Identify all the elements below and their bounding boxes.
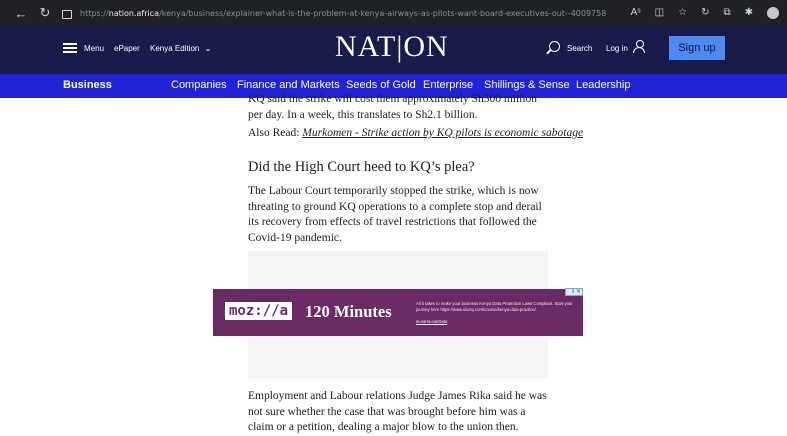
ad-link[interactable]: eLearnLeanData [416,319,447,324]
nav-leadership[interactable]: Leadership [576,79,630,91]
ad-choices-icon[interactable]: i ✕ [565,288,583,296]
edition-selector[interactable]: Kenya Edition ⌄ [150,44,211,53]
epaper-link[interactable]: ePaper [114,44,140,53]
edition-label: Kenya Edition [150,44,200,53]
browser-toolbar: ← ↻ https:// nation.africa /kenya/busine… [0,0,787,26]
menu-link[interactable]: Menu [84,44,104,53]
back-icon[interactable]: ← [14,6,28,21]
nav-seeds-of-gold[interactable]: Seeds of Gold [346,79,416,91]
search-icon[interactable] [549,41,560,52]
url-path: /kenya/business/explainer-what-is-the-pr… [159,8,607,18]
ad-title: 120 Minutes [305,302,392,321]
url-prefix: https:// [80,8,109,18]
nav-shillings-and-sense[interactable]: Shillings & Sense [484,79,570,91]
site-header: Menu ePaper Kenya Edition ⌄ NAT|ON Searc… [0,26,787,74]
article-paragraph: The Labour Court temporarily stopped the… [248,185,542,244]
refresh-icon[interactable]: ↻ [38,5,52,21]
extensions-icon[interactable]: ✱ [745,7,753,19]
refresh-page-icon[interactable]: ↻ [701,7,709,19]
ad-brand-logo: moz://a [225,302,293,320]
url-host: nation.africa [108,8,160,18]
lock-icon [62,9,72,19]
also-read-label: Also Read: [248,127,303,139]
also-read: Also Read: Murkomen - Strike action by K… [248,126,583,141]
login-link[interactable]: Log in [606,44,628,53]
search-link[interactable]: Search [567,44,592,53]
also-read-link[interactable]: Murkomen - Strike action by KQ pilots is… [302,127,583,139]
menu-icon[interactable] [63,43,77,53]
favorites-star-icon[interactable]: ☆ [678,7,687,19]
article-paragraph: KQ said the strike will cost them approx… [248,93,538,121]
ad-body: All it takes to make your business Kenya… [416,301,573,312]
nav-finance-and-markets[interactable]: Finance and Markets [237,79,340,91]
signup-button[interactable]: Sign up [669,36,725,60]
nav-business[interactable]: Business [63,79,112,91]
chevron-down-icon: ⌄ [204,44,212,53]
user-icon[interactable] [633,40,645,53]
nav-enterprise[interactable]: Enterprise [423,79,473,91]
split-screen-icon[interactable]: ◫ [655,7,664,19]
address-bar[interactable]: https:// nation.africa /kenya/business/e… [62,4,631,22]
reader-mode-icon[interactable]: Aˢ [631,7,641,19]
section-heading: Did the High Court heed to KQ’s plea? [248,159,475,175]
ad-banner[interactable]: moz://a 120 Minutes All it takes to make… [213,289,583,336]
nav-companies[interactable]: Companies [171,79,227,91]
site-logo[interactable]: NAT|ON [335,30,449,64]
collections-icon[interactable]: ⧉ [723,7,730,19]
profile-avatar[interactable] [767,7,779,19]
